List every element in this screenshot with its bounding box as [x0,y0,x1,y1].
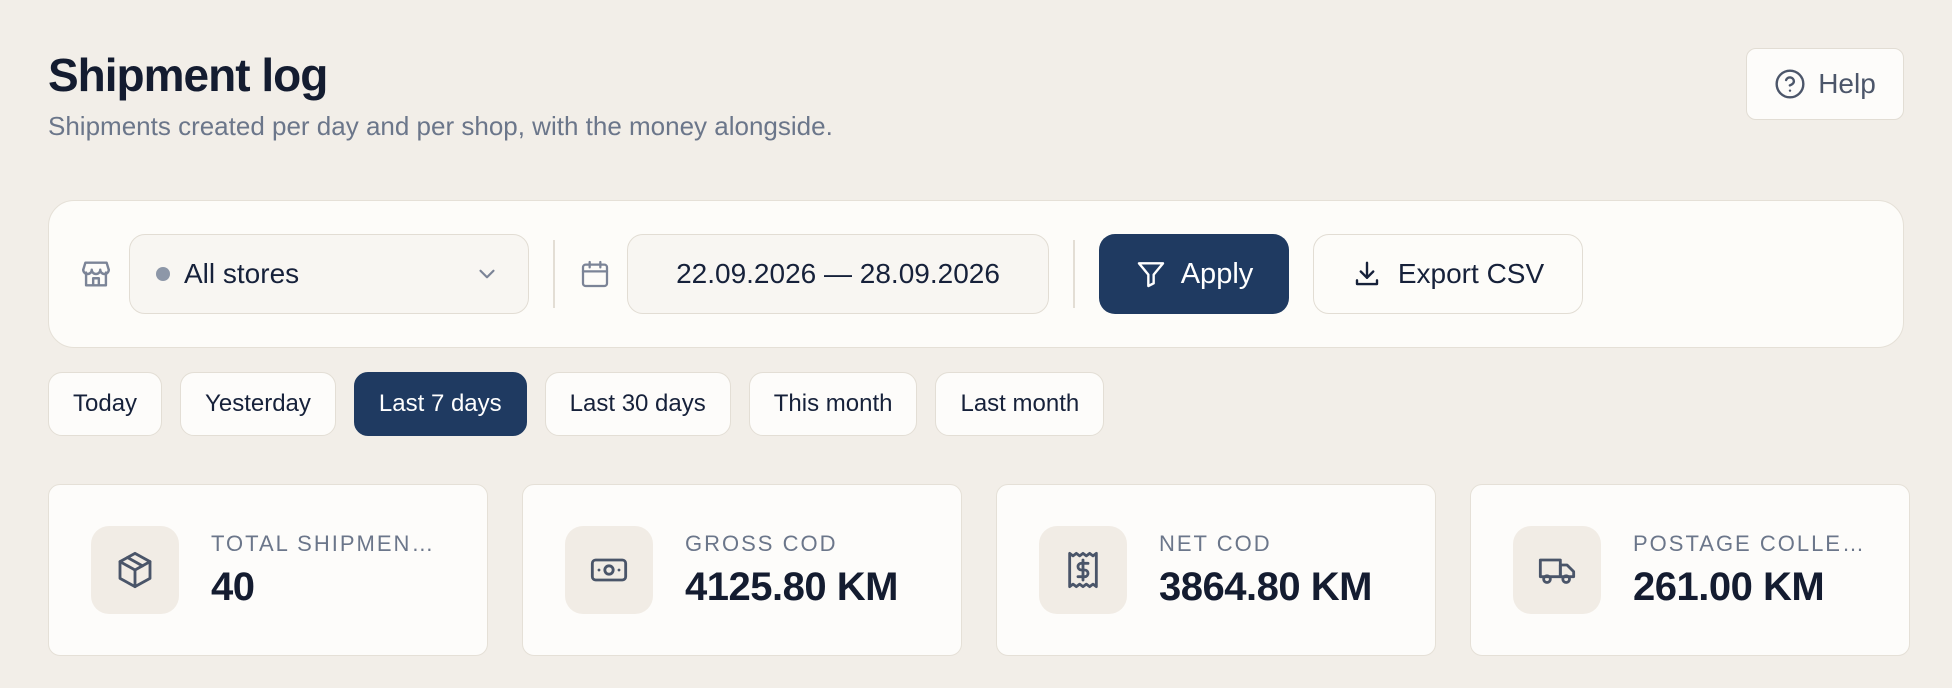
stat-label: GROSS COD [685,530,838,556]
filter-icon [1135,258,1167,290]
stat-label: TOTAL SHIPMENTS [211,530,443,556]
page-subtitle: Shipments created per day and per shop, … [48,110,833,141]
stat-value: 3864.80 KM [1159,564,1372,609]
filter-divider-2 [1073,240,1075,308]
cash-icon [565,526,653,614]
stat-text: NET COD 3864.80 KM [1159,531,1391,610]
stat-cards: TOTAL SHIPMENTS 40 GROSS COD 4125.80 KM [48,484,1910,656]
stat-text: POSTAGE COLLECTED 261.00 KM [1633,531,1865,610]
stat-text: GROSS COD 4125.80 KM [685,531,917,610]
page-title: Shipment log [48,49,328,101]
package-icon [91,526,179,614]
stat-value: 40 [211,564,255,609]
stat-card-total-shipments: TOTAL SHIPMENTS 40 [48,484,488,656]
preset-this-month[interactable]: This month [748,372,918,436]
store-select[interactable]: All stores [129,234,529,314]
calendar-icon [579,258,611,290]
page-header: Shipment log Shipments created per day a… [48,50,833,142]
store-status-dot [156,267,170,281]
filter-bar: All stores 22.09.2026 — 28.09.2026 Apply… [48,200,1904,348]
stat-label: POSTAGE COLLECTED [1633,530,1865,556]
truck-icon [1513,526,1601,614]
export-csv-button[interactable]: Export CSV [1313,234,1583,314]
stat-value: 4125.80 KM [685,564,898,609]
date-range-input[interactable]: 22.09.2026 — 28.09.2026 [627,234,1049,314]
filter-divider [553,240,555,308]
stat-value: 261.00 KM [1633,564,1825,609]
chevron-down-icon [474,261,500,287]
stat-text: TOTAL SHIPMENTS 40 [211,531,443,610]
help-label: Help [1818,68,1876,99]
date-presets: Today Yesterday Last 7 days Last 30 days… [48,372,1105,436]
preset-last-30-days[interactable]: Last 30 days [544,372,731,436]
help-circle-icon [1774,68,1806,100]
export-label: Export CSV [1397,258,1545,289]
shipment-log-page: Shipment log Shipments created per day a… [0,0,1952,688]
preset-yesterday[interactable]: Yesterday [180,372,336,436]
preset-last-7-days[interactable]: Last 7 days [353,372,527,436]
stat-card-postage-collected: POSTAGE COLLECTED 261.00 KM [1470,484,1910,656]
receipt-icon [1039,526,1127,614]
apply-label: Apply [1180,257,1254,290]
apply-button[interactable]: Apply [1099,234,1289,314]
stat-card-gross-cod: GROSS COD 4125.80 KM [522,484,962,656]
preset-today[interactable]: Today [48,372,163,436]
download-icon [1352,259,1382,289]
store-icon [79,257,113,291]
store-select-value: All stores [184,258,300,289]
stat-label: NET COD [1159,530,1272,556]
stat-card-net-cod: NET COD 3864.80 KM [996,484,1436,656]
help-button[interactable]: Help [1746,48,1904,120]
preset-last-month[interactable]: Last month [935,372,1105,436]
